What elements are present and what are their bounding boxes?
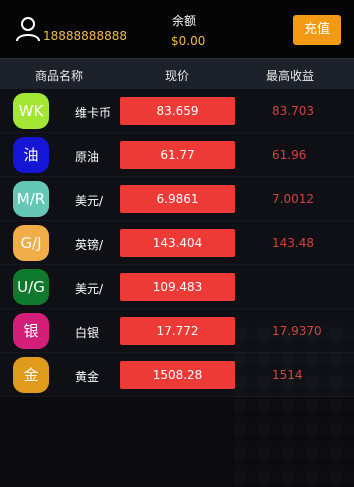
product-badge: 银 (13, 313, 49, 349)
account-phone: 18888888888 (43, 29, 127, 43)
product-badge: 油 (13, 137, 49, 173)
table-row[interactable]: WK 维卡币 83.659 83.703 (0, 89, 354, 133)
current-price[interactable]: 6.9861 (120, 185, 235, 213)
product-name: 美元/ (75, 282, 104, 296)
product-list: WK 维卡币 83.659 83.703 油 原油 61.77 61.96 M/… (0, 89, 354, 487)
table-header: 商品名称 现价 最高收益 (0, 58, 354, 89)
product-name: 黄金 (75, 370, 100, 384)
current-price[interactable]: 61.77 (120, 141, 235, 169)
user-icon[interactable] (14, 14, 42, 42)
max-profit: 83.703 (272, 104, 314, 118)
max-profit: 17.9370 (272, 324, 322, 338)
product-badge: M/R (13, 181, 49, 217)
product-name: 原油 (75, 150, 100, 164)
table-row[interactable]: 金 黄金 1508.28 1514 (0, 353, 354, 397)
max-profit: 61.96 (272, 148, 307, 162)
column-name-header: 商品名称 (35, 69, 84, 83)
product-badge: 金 (13, 357, 49, 393)
table-row[interactable]: M/R 美元/ 6.9861 7.0012 (0, 177, 354, 221)
current-price[interactable]: 1508.28 (120, 361, 235, 389)
table-row[interactable]: 银 白银 17.772 17.9370 (0, 309, 354, 353)
table-row[interactable]: G/J 英镑/ 143.404 143.48 (0, 221, 354, 265)
current-price[interactable]: 83.659 (120, 97, 235, 125)
column-price-header: 现价 (165, 69, 190, 83)
max-profit: 1514 (272, 368, 303, 382)
current-price[interactable]: 109.483 (120, 273, 235, 301)
current-price[interactable]: 143.404 (120, 229, 235, 257)
balance-value: $0.00 (171, 34, 206, 48)
column-max-header: 最高收益 (266, 69, 315, 83)
recharge-button[interactable]: 充值 (293, 15, 341, 45)
top-bar: 18888888888 余额 $0.00 充值 (0, 0, 354, 58)
balance-label: 余额 (172, 14, 197, 28)
table-row[interactable]: 油 原油 61.77 61.96 (0, 133, 354, 177)
max-profit: 7.0012 (272, 192, 314, 206)
product-name: 维卡币 (75, 106, 112, 120)
product-badge: G/J (13, 225, 49, 261)
max-profit: 143.48 (272, 236, 314, 250)
product-name: 美元/ (75, 194, 104, 208)
product-name: 白银 (75, 326, 100, 340)
current-price[interactable]: 17.772 (120, 317, 235, 345)
product-name: 英镑/ (75, 238, 104, 252)
table-row[interactable]: U/G 美元/ 109.483 (0, 265, 354, 309)
product-badge: WK (13, 93, 49, 129)
product-badge: U/G (13, 269, 49, 305)
